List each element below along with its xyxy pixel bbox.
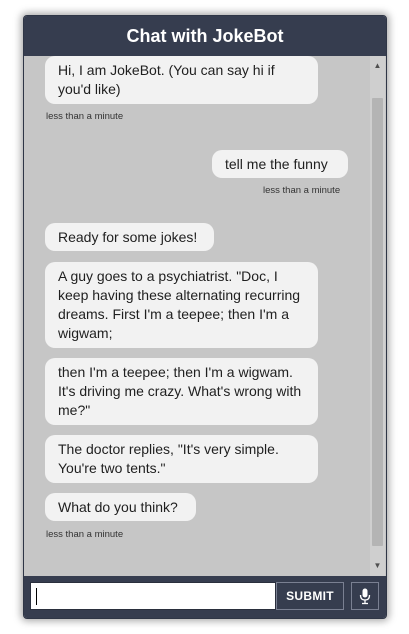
message-scrollbar[interactable]: ▲ ▼ xyxy=(370,56,385,576)
chat-window: Chat with JokeBot Hi, I am JokeBot. (You… xyxy=(23,15,387,619)
bot-message: The doctor replies, "It's very simple. Y… xyxy=(45,435,318,483)
scroll-up-arrow-icon[interactable]: ▲ xyxy=(370,58,385,74)
bot-message: What do you think? xyxy=(45,493,196,521)
bot-message: Hi, I am JokeBot. (You can say hi if you… xyxy=(45,56,318,104)
bot-message: Ready for some jokes! xyxy=(45,223,214,251)
message-list: Hi, I am JokeBot. (You can say hi if you… xyxy=(24,56,370,576)
bot-message: A guy goes to a psychiatrist. "Doc, I ke… xyxy=(45,262,318,348)
text-caret xyxy=(36,588,37,605)
microphone-icon xyxy=(359,588,371,605)
microphone-button[interactable] xyxy=(351,582,379,610)
message-input[interactable] xyxy=(30,582,276,610)
bot-message-timestamp: less than a minute xyxy=(46,111,124,122)
user-message-timestamp: less than a minute xyxy=(263,185,341,196)
bot-message-timestamp: less than a minute xyxy=(46,529,124,540)
chat-header-title: Chat with JokeBot xyxy=(24,16,386,56)
bot-message: then I'm a teepee; then I'm a wigwam. It… xyxy=(45,358,318,425)
submit-button[interactable]: SUBMIT xyxy=(276,582,344,610)
scroll-thumb[interactable] xyxy=(372,98,383,546)
scroll-down-arrow-icon[interactable]: ▼ xyxy=(370,558,385,574)
chat-input-bar: SUBMIT xyxy=(24,576,386,618)
user-message: tell me the funny xyxy=(212,150,348,178)
